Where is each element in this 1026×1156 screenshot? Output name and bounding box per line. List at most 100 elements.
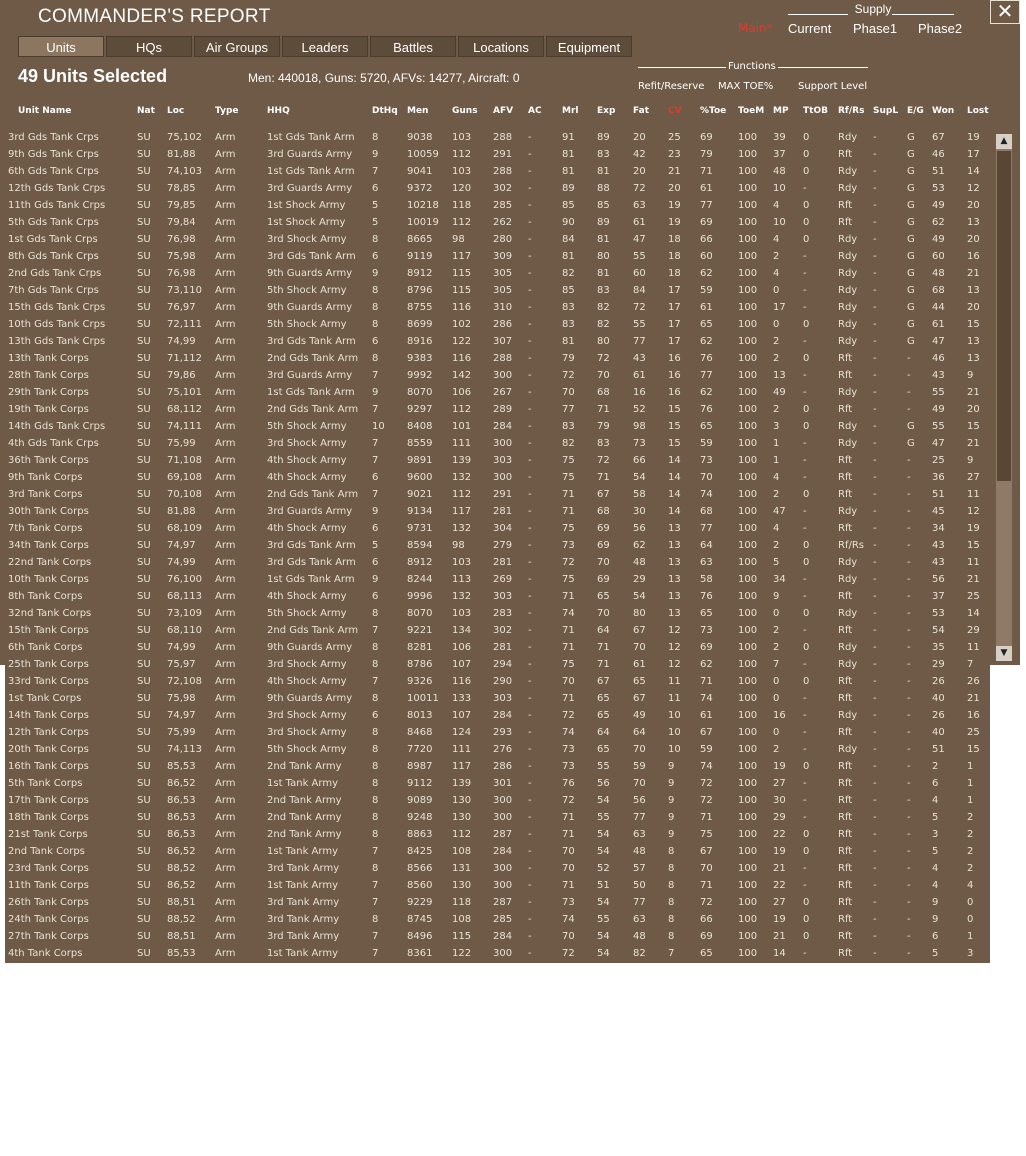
supply-phase2[interactable]: Phase2 (918, 21, 962, 36)
cell-unit-name[interactable]: 29th Tank Corps (8, 387, 89, 398)
cell-unit-name[interactable]: 19th Tank Corps (8, 404, 89, 415)
cell-unit-name[interactable]: 27th Tank Corps (8, 931, 89, 942)
column-header-unit-name[interactable]: Unit Name (18, 106, 71, 116)
column-header-afv[interactable]: AFV (493, 106, 513, 116)
cell-unit-name[interactable]: 18th Tank Corps (8, 812, 89, 823)
column-header-nat[interactable]: Nat (137, 106, 155, 116)
cell-unit-name[interactable]: 13th Tank Corps (8, 353, 89, 364)
column-header-supl[interactable]: SupL (873, 106, 898, 116)
column-header-cv[interactable]: CV (668, 106, 682, 116)
cell-mp: 10 (773, 183, 786, 194)
cell-unit-name[interactable]: 6th Tank Corps (8, 642, 82, 653)
arrow-down-icon[interactable]: ▼ (996, 646, 1012, 661)
tab-equipment[interactable]: Equipment (546, 36, 632, 57)
cell-unit-name[interactable]: 14th Tank Corps (8, 710, 89, 721)
cell-exp: 72 (597, 353, 610, 364)
max-toe-button[interactable]: MAX TOE% (718, 81, 773, 92)
cell-loc: 75,102 (167, 132, 202, 143)
cell-cv: 15 (668, 421, 681, 432)
close-icon[interactable]: ✕ (990, 0, 1020, 24)
cell-lost: 13 (967, 336, 980, 347)
cell-unit-name[interactable]: 4th Tank Corps (8, 948, 82, 959)
cell-unit-name[interactable]: 28th Tank Corps (8, 370, 89, 381)
column-header-won[interactable]: Won (932, 106, 954, 116)
cell-unit-name[interactable]: 25th Tank Corps (8, 659, 89, 670)
cell-unit-name[interactable]: 6th Gds Tank Crps (8, 166, 99, 177)
cell-unit-name[interactable]: 3rd Tank Corps (8, 489, 82, 500)
cell-unit-name[interactable]: 1st Gds Tank Crps (8, 234, 98, 245)
column-header-exp[interactable]: Exp (597, 106, 615, 116)
arrow-up-icon[interactable]: ▲ (996, 134, 1012, 149)
tab-leaders[interactable]: Leaders (282, 36, 368, 57)
column-header-toem[interactable]: ToeM (738, 106, 764, 116)
cell-unit-name[interactable]: 15th Gds Tank Crps (8, 302, 105, 313)
column-header-e-g[interactable]: E/G (907, 106, 924, 116)
refit-reserve-button[interactable]: Refit/Reserve (638, 81, 704, 92)
column-header-guns[interactable]: Guns (452, 106, 478, 116)
column-header-type[interactable]: Type (215, 106, 238, 116)
supply-current[interactable]: Current (788, 21, 831, 36)
cell-unit-name[interactable]: 16th Tank Corps (8, 761, 89, 772)
cell-unit-name[interactable]: 33rd Tank Corps (8, 676, 89, 687)
tab-units[interactable]: Units (18, 36, 104, 57)
cell-unit-name[interactable]: 30th Tank Corps (8, 506, 89, 517)
cell-unit-name[interactable]: 10th Tank Corps (8, 574, 89, 585)
column-header-ttob[interactable]: TtOB (803, 106, 828, 116)
cell-fat: 47 (633, 234, 646, 245)
cell-unit-name[interactable]: 12th Gds Tank Crps (8, 183, 105, 194)
cell-unit-name[interactable]: 2nd Tank Corps (8, 846, 85, 857)
supply-phase1[interactable]: Phase1 (853, 21, 897, 36)
cell-unit-name[interactable]: 21st Tank Corps (8, 829, 88, 840)
cell-unit-name[interactable]: 5th Gds Tank Crps (8, 217, 99, 228)
cell-unit-name[interactable]: 7th Gds Tank Crps (8, 285, 99, 296)
cell-unit-name[interactable]: 9th Tank Corps (8, 472, 82, 483)
cell-unit-name[interactable]: 1st Tank Corps (8, 693, 81, 704)
support-level-button[interactable]: Support Level (798, 81, 867, 92)
tab-hqs[interactable]: HQs (106, 36, 192, 57)
cell-unit-name[interactable]: 9th Gds Tank Crps (8, 149, 99, 160)
cell-unit-name[interactable]: 20th Tank Corps (8, 744, 89, 755)
cell-unit-name[interactable]: 24th Tank Corps (8, 914, 89, 925)
cell-unit-name[interactable]: 14th Gds Tank Crps (8, 421, 105, 432)
cell--toe: 58 (700, 574, 713, 585)
cell-unit-name[interactable]: 2nd Gds Tank Crps (8, 268, 101, 279)
cell-unit-name[interactable]: 11th Gds Tank Crps (8, 200, 105, 211)
column-header-ac[interactable]: AC (528, 106, 542, 116)
scroll-thumb[interactable] (997, 151, 1011, 481)
cell-unit-name[interactable]: 15th Tank Corps (8, 625, 89, 636)
cell-won: 25 (932, 455, 945, 466)
column-header-loc[interactable]: Loc (167, 106, 184, 116)
tab-locations[interactable]: Locations (458, 36, 544, 57)
cell-unit-name[interactable]: 11th Tank Corps (8, 880, 89, 891)
column-header-fat[interactable]: Fat (633, 106, 649, 116)
cell-unit-name[interactable]: 22nd Tank Corps (8, 557, 91, 568)
column-header-dthq[interactable]: DtHq (372, 106, 398, 116)
cell-unit-name[interactable]: 5th Tank Corps (8, 778, 82, 789)
column-header-mp[interactable]: MP (773, 106, 789, 116)
column-header-rf-rs[interactable]: Rf/Rs (838, 106, 864, 116)
scrollbar[interactable]: ▲ ▼ (996, 134, 1012, 661)
cell-unit-name[interactable]: 34th Tank Corps (8, 540, 89, 551)
cell-unit-name[interactable]: 23rd Tank Corps (8, 863, 89, 874)
cell-unit-name[interactable]: 13th Gds Tank Crps (8, 336, 105, 347)
column-header-mrl[interactable]: Mrl (562, 106, 578, 116)
cell-unit-name[interactable]: 17th Tank Corps (8, 795, 89, 806)
cell-unit-name[interactable]: 4th Gds Tank Crps (8, 438, 99, 449)
tab-battles[interactable]: Battles (370, 36, 456, 57)
column-header--toe[interactable]: %Toe (700, 106, 726, 116)
cell-unit-name[interactable]: 3rd Gds Tank Crps (8, 132, 99, 143)
cell-unit-name[interactable]: 32nd Tank Corps (8, 608, 91, 619)
cell-guns: 116 (452, 302, 472, 313)
cell-unit-name[interactable]: 10th Gds Tank Crps (8, 319, 105, 330)
column-header-hhq[interactable]: HHQ (267, 106, 290, 116)
column-header-men[interactable]: Men (407, 106, 428, 116)
cell-unit-name[interactable]: 12th Tank Corps (8, 727, 89, 738)
cell-unit-name[interactable]: 26th Tank Corps (8, 897, 89, 908)
tab-air-groups[interactable]: Air Groups (194, 36, 280, 57)
column-header-lost[interactable]: Lost (967, 106, 989, 116)
cell-unit-name[interactable]: 8th Gds Tank Crps (8, 251, 99, 262)
cell-unit-name[interactable]: 36th Tank Corps (8, 455, 89, 466)
cell-unit-name[interactable]: 8th Tank Corps (8, 591, 82, 602)
main-supply-link[interactable]: Main* (738, 21, 773, 35)
cell-unit-name[interactable]: 7th Tank Corps (8, 523, 82, 534)
